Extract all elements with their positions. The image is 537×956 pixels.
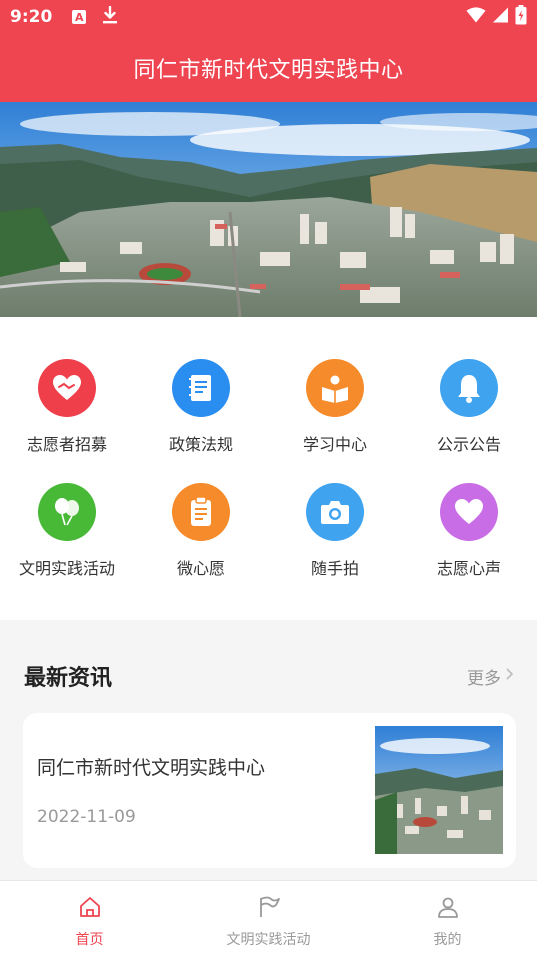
grid-item-volunteer-recruit[interactable]: 志愿者招募 [0, 359, 134, 455]
tab-label: 首页 [75, 932, 104, 948]
feature-grid: 志愿者招募 政策法规 学习中心 公示公告 文明实践活动 微心愿 随手拍 志愿心声 [0, 317, 537, 620]
tab-me[interactable]: 我的 [358, 881, 537, 956]
grid-label: 志愿心声 [436, 559, 501, 578]
app-header: 同仁市新时代文明实践中心 [0, 34, 537, 102]
reading-icon [306, 359, 364, 417]
news-card-date: 2022-11-09 [37, 807, 136, 827]
grid-label: 公示公告 [436, 435, 501, 454]
grid-item-volunteer-voice[interactable]: 志愿心声 [402, 483, 536, 579]
battery-charging-icon [515, 5, 527, 29]
status-bar: 9:20 A [0, 0, 537, 34]
grid-label: 微心愿 [176, 559, 225, 578]
clipboard-icon [172, 483, 230, 541]
book-icon [172, 359, 230, 417]
balloons-icon [38, 483, 96, 541]
download-icon [102, 5, 118, 28]
grid-item-micro-wish[interactable]: 微心愿 [134, 483, 268, 579]
status-time: 9:20 [10, 7, 53, 27]
wifi-icon [466, 7, 486, 27]
grid-item-policy-regulations[interactable]: 政策法规 [134, 359, 268, 455]
grid-label: 政策法规 [168, 435, 233, 454]
user-icon [436, 895, 460, 923]
home-icon [78, 895, 102, 923]
news-card[interactable]: 同仁市新时代文明实践中心 2022-11-09 [23, 713, 516, 868]
chevron-right-icon [505, 666, 514, 686]
grid-item-learning-center[interactable]: 学习中心 [268, 359, 402, 455]
a-notification-icon: A [72, 10, 87, 24]
grid-label: 志愿者招募 [26, 435, 107, 454]
news-section-title: 最新资讯 [24, 666, 113, 691]
news-section-header: 最新资讯 更多 [24, 660, 514, 692]
bell-icon [440, 359, 498, 417]
grid-label: 学习中心 [302, 435, 367, 454]
grid-item-public-notice[interactable]: 公示公告 [402, 359, 536, 455]
signal-icon [492, 7, 509, 27]
tab-label: 我的 [433, 932, 462, 948]
handshake-icon [38, 359, 96, 417]
news-card-title: 同仁市新时代文明实践中心 [37, 757, 266, 779]
tab-home[interactable]: 首页 [0, 881, 179, 956]
more-link[interactable]: 更多 [467, 664, 514, 689]
page-title: 同仁市新时代文明实践中心 [133, 58, 404, 83]
news-thumbnail [375, 726, 503, 854]
grid-item-snapshot[interactable]: 随手拍 [268, 483, 402, 579]
tab-civilization-activities[interactable]: 文明实践活动 [179, 881, 358, 956]
camera-icon [306, 483, 364, 541]
grid-label: 文明实践活动 [18, 559, 115, 578]
flag-icon [257, 895, 281, 923]
tab-label: 文明实践活动 [226, 932, 311, 948]
more-label: 更多 [467, 668, 501, 689]
grid-item-civilization-activities[interactable]: 文明实践活动 [0, 483, 134, 579]
grid-label: 随手拍 [310, 559, 359, 578]
bottom-tab-bar: 首页 文明实践活动 我的 [0, 880, 537, 956]
heart-icon [440, 483, 498, 541]
banner-image[interactable] [0, 102, 537, 317]
